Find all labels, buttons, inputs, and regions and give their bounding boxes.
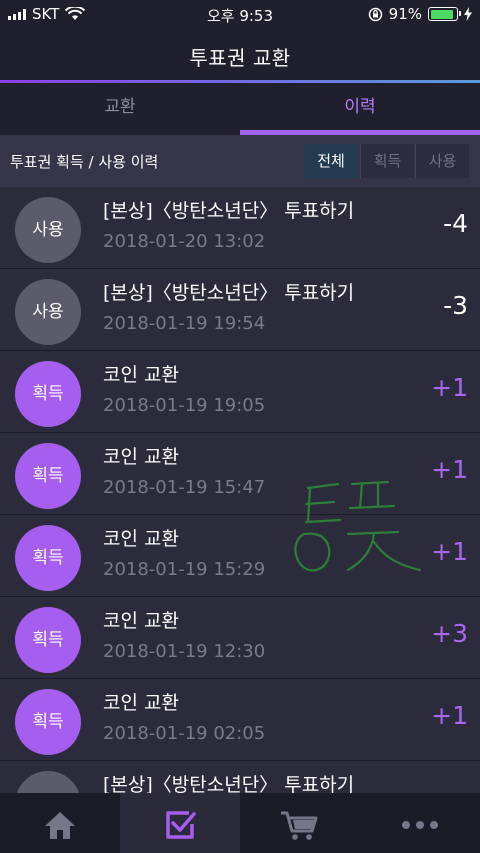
nav-shop[interactable] bbox=[240, 793, 360, 853]
history-date: 2018-01-19 19:54 bbox=[103, 313, 266, 334]
acquired-badge: 획득 bbox=[15, 361, 81, 427]
header: 투표권 교환 bbox=[0, 28, 480, 80]
battery-icon bbox=[428, 7, 461, 21]
filter-used-button[interactable]: 사용 bbox=[415, 144, 469, 178]
history-date: 2018-01-19 19:05 bbox=[103, 395, 266, 416]
history-section-title: 투표권 획득 / 사용 이력 bbox=[10, 153, 159, 171]
more-icon bbox=[402, 821, 438, 829]
nav-vote[interactable] bbox=[120, 793, 240, 853]
tab-exchange[interactable]: 교환 bbox=[0, 83, 240, 135]
used-badge: 사용 bbox=[15, 197, 81, 263]
history-date: 2018-01-19 02:05 bbox=[103, 723, 266, 744]
history-title: 코인 교환 bbox=[103, 610, 179, 632]
history-amount: -4 bbox=[443, 209, 468, 238]
history-title: 코인 교환 bbox=[103, 364, 179, 386]
home-icon bbox=[45, 812, 75, 839]
history-row[interactable]: 획득 코인 교환 2018-01-19 19:05 +1 bbox=[0, 351, 480, 433]
cart-icon bbox=[281, 811, 318, 840]
page-title: 투표권 교환 bbox=[189, 46, 291, 70]
history-row[interactable]: 사용 [본상]〈방탄소년단〉 투표하기 2018-01-19 19:54 -3 bbox=[0, 269, 480, 351]
filter-all-button[interactable]: 전체 bbox=[304, 144, 358, 178]
history-date: 2018-01-19 12:30 bbox=[103, 641, 266, 662]
history-date: 2018-01-19 15:47 bbox=[103, 477, 266, 498]
acquired-badge: 획득 bbox=[15, 525, 81, 591]
history-title: 코인 교환 bbox=[103, 446, 179, 468]
history-amount: -3 bbox=[443, 291, 468, 320]
battery-percent: 91% bbox=[388, 5, 422, 23]
status-right: 91% bbox=[368, 5, 472, 23]
history-date: 2018-01-20 13:02 bbox=[103, 231, 266, 252]
history-date: 2018-01-19 15:29 bbox=[103, 559, 266, 580]
charging-icon bbox=[464, 7, 472, 21]
history-row[interactable]: 획득 코인 교환 2018-01-19 12:30 +3 bbox=[0, 597, 480, 679]
used-badge: 사용 bbox=[15, 771, 81, 793]
history-amount: +3 bbox=[431, 619, 468, 648]
history-title: [본상]〈방탄소년단〉 투표하기 bbox=[103, 282, 355, 304]
acquired-badge: 획득 bbox=[15, 689, 81, 755]
history-amount: - bbox=[459, 783, 468, 793]
nav-home[interactable] bbox=[0, 793, 120, 853]
filter-acquired-button[interactable]: 획득 bbox=[360, 144, 414, 178]
history-title: 코인 교환 bbox=[103, 692, 179, 714]
handwritten-scribble bbox=[294, 480, 422, 572]
tab-history[interactable]: 이력 bbox=[240, 83, 480, 135]
history-title: [본상]〈방탄소년단〉 투표하기 bbox=[103, 774, 355, 793]
filter-bar: 투표권 획득 / 사용 이력 전체 획득 사용 bbox=[0, 135, 480, 187]
history-amount: +1 bbox=[431, 373, 468, 402]
history-row[interactable]: 획득 코인 교환 2018-01-19 02:05 +1 bbox=[0, 679, 480, 761]
history-amount: +1 bbox=[431, 701, 468, 730]
history-title: [본상]〈방탄소년단〉 투표하기 bbox=[103, 200, 355, 222]
acquired-badge: 획득 bbox=[15, 607, 81, 673]
vote-check-icon bbox=[166, 811, 196, 839]
rotation-lock-icon bbox=[368, 7, 382, 21]
used-badge: 사용 bbox=[15, 279, 81, 345]
history-title: 코인 교환 bbox=[103, 528, 179, 550]
bottom-nav bbox=[0, 793, 480, 853]
history-row[interactable]: 사용 [본상]〈방탄소년단〉 투표하기 2018-01-20 13:02 -4 bbox=[0, 187, 480, 269]
tab-bar: 교환 이력 bbox=[0, 83, 480, 135]
acquired-badge: 획득 bbox=[15, 443, 81, 509]
status-bar: SKT 오후 9:53 91% bbox=[0, 0, 480, 28]
nav-more[interactable] bbox=[360, 793, 480, 853]
history-row[interactable]: 사용 [본상]〈방탄소년단〉 투표하기 - bbox=[0, 761, 480, 793]
